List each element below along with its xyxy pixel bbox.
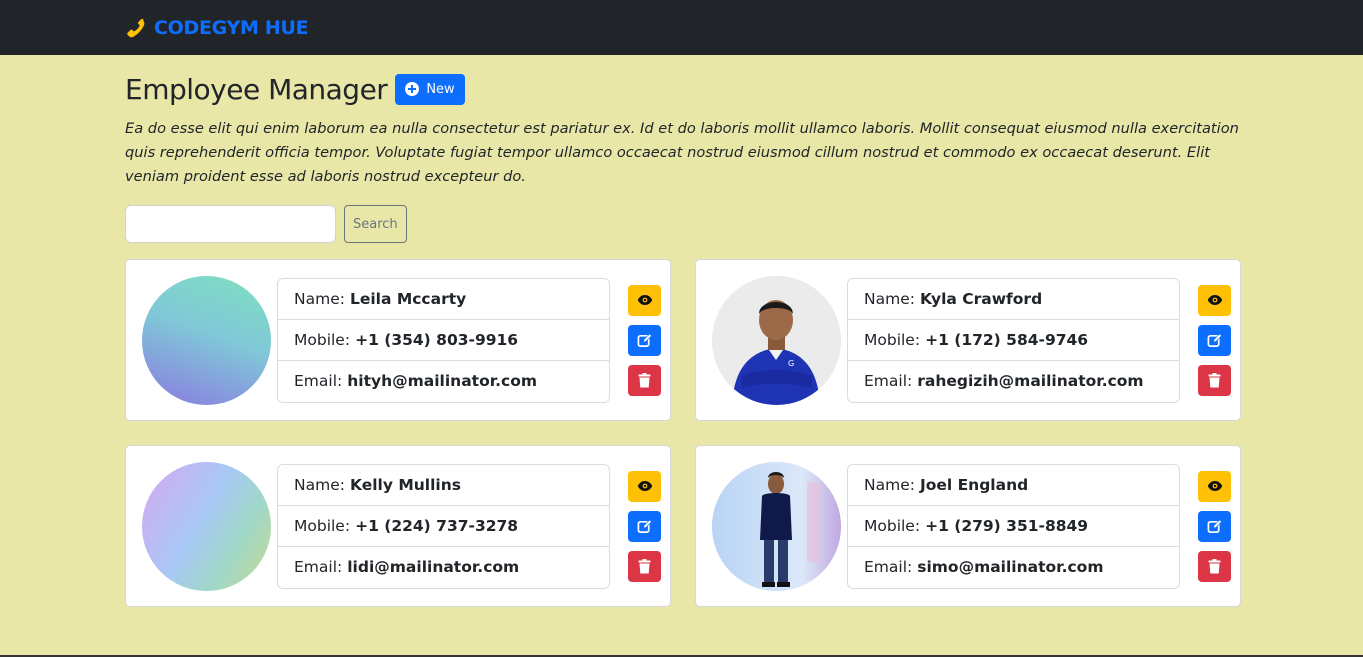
eye-icon bbox=[637, 295, 652, 305]
view-button[interactable] bbox=[628, 470, 661, 502]
name-row: Name: Joel England bbox=[848, 465, 1179, 506]
name-label: Name: bbox=[864, 475, 915, 494]
delete-button[interactable] bbox=[1198, 364, 1231, 396]
employee-info: Name: Leila Mccarty Mobile: +1 (354) 803… bbox=[277, 277, 610, 403]
plus-circle-icon bbox=[405, 82, 420, 96]
mobile-label: Mobile: bbox=[294, 330, 351, 349]
employee-email: hityh@mailinator.com bbox=[347, 372, 538, 390]
trash-icon bbox=[1208, 558, 1221, 573]
avatar bbox=[712, 461, 841, 591]
delete-button[interactable] bbox=[628, 550, 661, 582]
view-button[interactable] bbox=[1198, 284, 1231, 316]
edit-button[interactable] bbox=[628, 324, 661, 356]
card-actions bbox=[1198, 284, 1231, 396]
email-row: Email: hityh@mailinator.com bbox=[278, 361, 609, 402]
name-label: Name: bbox=[294, 475, 345, 494]
new-employee-button[interactable]: New bbox=[395, 73, 465, 105]
eye-icon bbox=[1207, 295, 1222, 305]
page-title: Employee Manager bbox=[125, 72, 388, 106]
mobile-label: Mobile: bbox=[864, 516, 921, 535]
mobile-row: Mobile: +1 (224) 737-3278 bbox=[278, 506, 609, 547]
card-actions bbox=[628, 284, 661, 396]
view-button[interactable] bbox=[1198, 470, 1231, 502]
delete-button[interactable] bbox=[628, 364, 661, 396]
edit-button[interactable] bbox=[628, 510, 661, 542]
name-row: Name: Kelly Mullins bbox=[278, 465, 609, 506]
employee-card: Name: Kelly Mullins Mobile: +1 (224) 737… bbox=[125, 445, 671, 607]
mobile-row: Mobile: +1 (354) 803-9916 bbox=[278, 320, 609, 361]
employee-name: Kelly Mullins bbox=[349, 475, 461, 494]
brand-link[interactable]: CODEGYM HUE bbox=[124, 16, 309, 39]
email-row: Email: lidi@mailinator.com bbox=[278, 547, 609, 588]
name-row: Name: Leila Mccarty bbox=[278, 279, 609, 320]
email-row: Email: rahegizih@mailinator.com bbox=[848, 361, 1179, 402]
mobile-label: Mobile: bbox=[864, 330, 921, 349]
employee-mobile: +1 (279) 351-8849 bbox=[925, 516, 1089, 535]
email-row: Email: simo@mailinator.com bbox=[848, 547, 1179, 588]
eye-icon bbox=[637, 481, 652, 491]
person-photo: G bbox=[712, 275, 841, 405]
email-label: Email: bbox=[864, 558, 913, 576]
search-button[interactable]: Search bbox=[344, 205, 407, 243]
edit-button[interactable] bbox=[1198, 324, 1231, 356]
person-photo bbox=[712, 461, 841, 591]
avatar bbox=[142, 461, 271, 591]
title-row: Employee Manager New bbox=[125, 72, 1241, 106]
navbar: CODEGYM HUE bbox=[0, 0, 1363, 55]
brand-name: CODEGYM HUE bbox=[154, 16, 309, 39]
edit-icon bbox=[1207, 519, 1222, 533]
employee-info: Name: Joel England Mobile: +1 (279) 351-… bbox=[847, 463, 1180, 589]
employee-name: Kyla Crawford bbox=[919, 289, 1043, 308]
employee-name: Leila Mccarty bbox=[349, 289, 467, 308]
search-input[interactable] bbox=[125, 205, 336, 243]
name-label: Name: bbox=[864, 289, 915, 308]
employee-card: Name: Joel England Mobile: +1 (279) 351-… bbox=[695, 445, 1241, 607]
employee-email: rahegizih@mailinator.com bbox=[917, 372, 1144, 390]
delete-button[interactable] bbox=[1198, 550, 1231, 582]
mobile-row: Mobile: +1 (172) 584-9746 bbox=[848, 320, 1179, 361]
mobile-label: Mobile: bbox=[294, 516, 351, 535]
trash-icon bbox=[1208, 372, 1221, 387]
mobile-row: Mobile: +1 (279) 351-8849 bbox=[848, 506, 1179, 547]
avatar: G bbox=[712, 275, 841, 405]
name-row: Name: Kyla Crawford bbox=[848, 279, 1179, 320]
edit-icon bbox=[1207, 333, 1222, 347]
employee-mobile: +1 (172) 584-9746 bbox=[925, 330, 1089, 349]
search-bar: Search bbox=[125, 205, 1241, 243]
email-label: Email: bbox=[294, 372, 343, 390]
svg-text:G: G bbox=[788, 359, 794, 368]
card-actions bbox=[1198, 470, 1231, 582]
email-label: Email: bbox=[294, 558, 343, 576]
email-label: Email: bbox=[864, 372, 913, 390]
employee-email: simo@mailinator.com bbox=[917, 558, 1104, 576]
new-button-label: New bbox=[426, 81, 455, 97]
employee-grid: Name: Leila Mccarty Mobile: +1 (354) 803… bbox=[125, 259, 1241, 607]
trash-icon bbox=[638, 372, 651, 387]
employee-mobile: +1 (354) 803-9916 bbox=[355, 330, 519, 349]
employee-name: Joel England bbox=[919, 475, 1029, 494]
employee-card: G Name: Kyla Crawford Mobile: +1 (172) 5… bbox=[695, 259, 1241, 421]
employee-info: Name: Kelly Mullins Mobile: +1 (224) 737… bbox=[277, 463, 610, 589]
trash-icon bbox=[638, 558, 651, 573]
employee-mobile: +1 (224) 737-3278 bbox=[355, 516, 519, 535]
phone-icon bbox=[127, 18, 145, 37]
employee-card: Name: Leila Mccarty Mobile: +1 (354) 803… bbox=[125, 259, 671, 421]
view-button[interactable] bbox=[628, 284, 661, 316]
employee-email: lidi@mailinator.com bbox=[347, 558, 520, 576]
edit-button[interactable] bbox=[1198, 510, 1231, 542]
page-description: Ea do esse elit qui enim laborum ea null… bbox=[125, 120, 1239, 185]
main-container: Employee Manager New Ea do esse elit qui… bbox=[125, 55, 1241, 607]
name-label: Name: bbox=[294, 289, 345, 308]
edit-icon bbox=[637, 333, 652, 347]
card-actions bbox=[628, 470, 661, 582]
eye-icon bbox=[1207, 481, 1222, 491]
edit-icon bbox=[637, 519, 652, 533]
avatar bbox=[142, 275, 271, 405]
employee-info: Name: Kyla Crawford Mobile: +1 (172) 584… bbox=[847, 277, 1180, 403]
